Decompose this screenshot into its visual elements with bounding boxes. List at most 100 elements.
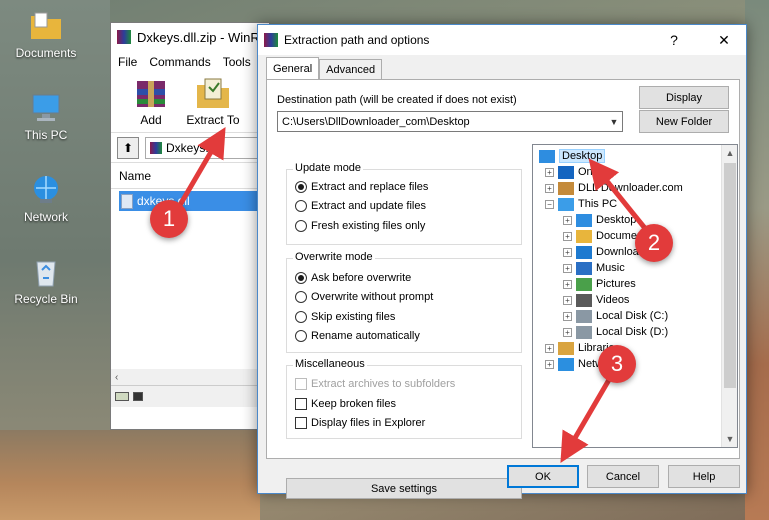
tree-item-label: Music — [596, 262, 625, 274]
tree-item[interactable]: + OneDr — [545, 164, 610, 180]
extract-to-button[interactable]: Extract To — [185, 73, 241, 132]
this-pc-icon — [558, 197, 574, 211]
radio-rename-automatically[interactable]: Rename automatically — [295, 330, 420, 342]
tree-expander-icon[interactable]: + — [563, 231, 572, 241]
tab-advanced[interactable]: Advanced — [319, 59, 383, 79]
dialog-title: Extraction path and options — [284, 33, 430, 47]
ok-button[interactable]: OK — [507, 465, 579, 488]
tree-expander-icon[interactable]: + — [545, 343, 554, 353]
overwrite-mode-group: Overwrite mode Ask before overwrite Over… — [286, 251, 522, 353]
tab-general[interactable]: General — [266, 57, 320, 79]
radio-ask-before-overwrite[interactable]: Ask before overwrite — [295, 272, 411, 284]
key-status-icon — [133, 392, 143, 401]
miscellaneous-group: Miscellaneous Extract archives to subfol… — [286, 358, 522, 439]
scroll-up-icon[interactable]: ▲ — [722, 145, 737, 161]
tree-expander-icon[interactable]: + — [563, 295, 572, 305]
winrar-menu-bar: File Commands Tools — [111, 51, 269, 73]
menu-tools[interactable]: Tools — [223, 55, 251, 69]
radio-extract-update[interactable]: Extract and update files — [295, 200, 426, 212]
tree-item[interactable]: + Pictures — [563, 276, 636, 292]
tree-vertical-scrollbar[interactable]: ▲ ▼ — [721, 145, 737, 447]
scroll-thumb[interactable] — [724, 163, 736, 388]
annotation-badge-2: 2 — [635, 224, 673, 262]
winrar-window: Dxkeys.dll.zip - WinR File Commands Tool… — [110, 22, 270, 430]
drive-icon — [576, 325, 592, 339]
winrar-status-bar — [111, 385, 269, 407]
help-button[interactable]: Help — [668, 465, 740, 488]
tree-expander-icon[interactable]: + — [563, 215, 572, 225]
chevron-down-icon[interactable]: ▼ — [606, 117, 622, 127]
add-archive-icon — [137, 81, 165, 107]
up-folder-icon[interactable]: ⬆ — [117, 136, 139, 159]
close-icon-button[interactable]: ✕ — [702, 25, 746, 55]
tree-item-label: This PC — [578, 198, 618, 210]
checkbox-display-in-explorer[interactable]: Display files in Explorer — [295, 417, 425, 429]
tree-expander-icon[interactable]: + — [545, 167, 554, 177]
radio-selected-icon — [295, 272, 307, 284]
checkbox-icon — [295, 398, 307, 410]
radio-extract-replace[interactable]: Extract and replace files — [295, 181, 428, 193]
tree-expander-icon[interactable]: + — [563, 327, 572, 337]
tree-item[interactable]: + Music — [563, 260, 625, 276]
desktop-icon-recycle-bin[interactable]: Recycle Bin — [0, 256, 92, 306]
scroll-down-icon[interactable]: ▼ — [722, 431, 737, 447]
desktop-icon — [576, 213, 592, 227]
recycle-bin-icon — [36, 261, 56, 287]
tree-item[interactable]: − This PC — [545, 196, 617, 212]
desktop-icon-this-pc[interactable]: This PC — [0, 92, 92, 142]
desktop-icon-network[interactable]: Network — [0, 174, 92, 224]
libraries-icon — [558, 341, 574, 355]
tree-item[interactable]: Desktop — [539, 148, 606, 164]
tree-item[interactable]: + Local Disk (D:) — [563, 324, 668, 340]
drive-status-icon — [115, 392, 129, 401]
menu-file[interactable]: File — [118, 55, 137, 69]
onedrive-icon — [558, 165, 574, 179]
user-folder-icon — [558, 181, 574, 195]
tree-expander-icon[interactable]: + — [545, 359, 554, 369]
tree-item[interactable]: + Videos — [563, 292, 629, 308]
new-folder-button[interactable]: New Folder — [639, 110, 729, 133]
file-row-dxkeys[interactable]: dxkeys.dll — [119, 191, 259, 211]
desktop-background-right — [745, 0, 769, 520]
dialog-app-icon — [264, 33, 278, 47]
documents-icon — [576, 229, 592, 243]
checkbox-keep-broken-files[interactable]: Keep broken files — [295, 398, 396, 410]
column-header-name[interactable]: Name — [111, 163, 269, 189]
tree-item[interactable]: + Desktop — [563, 212, 636, 228]
menu-commands[interactable]: Commands — [149, 55, 210, 69]
tree-expander-icon[interactable]: + — [545, 183, 554, 193]
desktop-icon-documents[interactable]: Documents — [0, 10, 92, 60]
winrar-file-list: Name dxkeys.dll ‹ — [111, 163, 269, 385]
tree-expander-icon[interactable]: + — [563, 263, 572, 273]
tree-item-label: Local Disk (C:) — [596, 310, 669, 322]
radio-skip-existing[interactable]: Skip existing files — [295, 311, 395, 323]
horizontal-scrollbar[interactable]: ‹ — [111, 369, 269, 385]
add-button[interactable]: Add — [123, 73, 179, 132]
tree-item[interactable]: + Local Disk (C:) — [563, 308, 668, 324]
extract-to-label: Extract To — [186, 113, 240, 127]
radio-selected-icon — [295, 181, 307, 193]
tree-item-label: OneDr — [578, 166, 611, 178]
save-settings-button[interactable]: Save settings — [286, 478, 522, 499]
winrar-title-bar: Dxkeys.dll.zip - WinR — [111, 23, 269, 51]
radio-overwrite-without-prompt[interactable]: Overwrite without prompt — [295, 291, 433, 303]
winrar-path: Dxkeys.dll. — [166, 140, 225, 155]
radio-icon — [295, 291, 307, 303]
pictures-icon — [576, 277, 592, 291]
checkbox-extract-to-subfolders[interactable]: Extract archives to subfolders — [295, 378, 455, 390]
tree-expander-icon[interactable]: + — [563, 311, 572, 321]
display-button[interactable]: Display — [639, 86, 729, 109]
tree-item-label: Desktop — [559, 149, 606, 163]
help-icon-button[interactable]: ? — [652, 25, 696, 55]
destination-path-combo[interactable]: C:\Users\DllDownloader_com\Desktop ▼ — [277, 111, 623, 132]
music-icon — [576, 261, 592, 275]
folder-tree[interactable]: Desktop + OneDr + DLL Downloader.com − This PC… — [532, 144, 738, 448]
tree-expander-icon[interactable]: + — [563, 279, 572, 289]
tree-expander-icon[interactable]: − — [545, 199, 554, 209]
winrar-app-icon — [117, 30, 131, 44]
winrar-path-box[interactable]: Dxkeys.dll. — [145, 136, 269, 159]
cancel-button[interactable]: Cancel — [587, 465, 659, 488]
radio-fresh-existing[interactable]: Fresh existing files only — [295, 220, 425, 232]
tree-item[interactable]: + DLL Downloader.com — [545, 180, 683, 196]
tree-expander-icon[interactable]: + — [563, 247, 572, 257]
